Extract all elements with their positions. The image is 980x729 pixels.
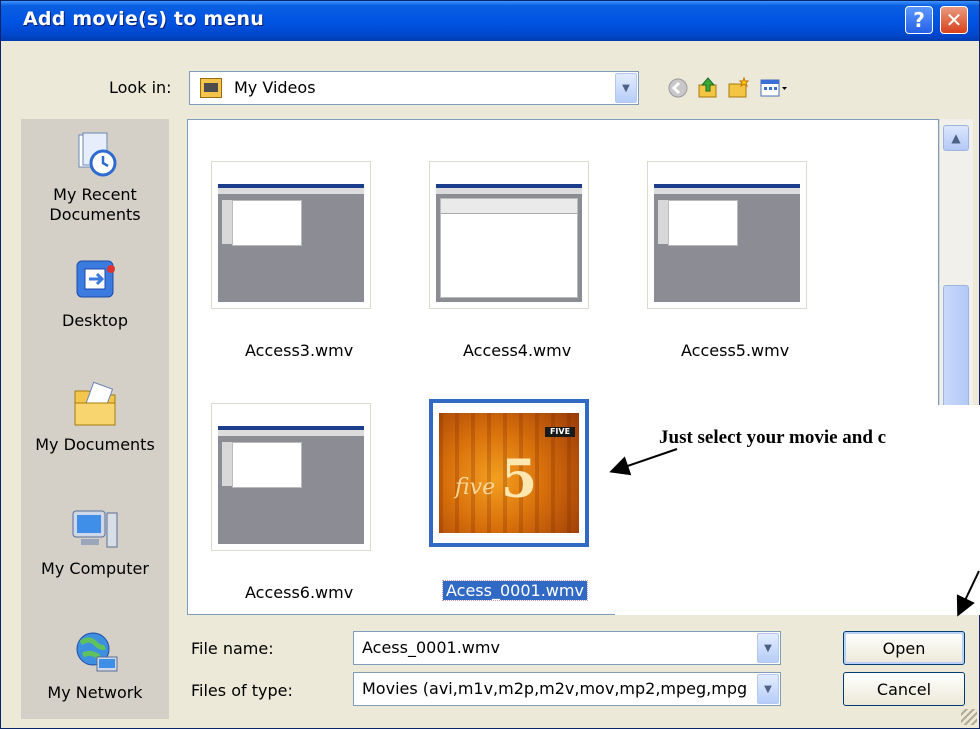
place-label: My Recent <box>53 185 137 204</box>
new-folder-icon[interactable] <box>725 75 751 101</box>
place-label: My Network <box>47 683 143 702</box>
view-menu-icon[interactable] <box>757 75 791 101</box>
movie-preview-image: FIVE five 5 <box>439 413 579 533</box>
close-icon: ✕ <box>945 8 963 32</box>
look-in-label: Look in: <box>109 78 172 97</box>
my-network-icon <box>71 629 119 677</box>
movie-badge: FIVE <box>545 427 575 437</box>
add-movie-dialog: Add movie(s) to menu ? ✕ Look in: My Vid… <box>0 0 980 729</box>
close-button[interactable]: ✕ <box>940 6 968 34</box>
file-thumbnail-access4[interactable] <box>429 161 589 309</box>
chevron-down-icon[interactable]: ▼ <box>757 633 779 663</box>
cancel-button[interactable]: Cancel <box>843 672 965 706</box>
instruction-annotation: Just select your movie and c <box>659 427 887 448</box>
files-of-type-dropdown[interactable]: Movies (avi,m1v,m2p,m2v,mov,mp2,mpeg,mpg… <box>353 672 781 706</box>
resize-grip-icon[interactable] <box>961 709 977 725</box>
title-bar[interactable]: Add movie(s) to menu ? ✕ <box>1 1 979 41</box>
file-thumbnail-access5[interactable] <box>647 161 807 309</box>
desktop-icon <box>71 257 119 305</box>
places-bar: My Recent Documents Desktop My Documents… <box>21 119 169 719</box>
scroll-up-icon[interactable]: ▲ <box>943 125 969 151</box>
files-of-type-label: Files of type: <box>191 681 293 700</box>
video-preview-image <box>436 184 582 302</box>
video-folder-icon <box>200 78 222 98</box>
file-name-label[interactable]: Access5.wmv <box>681 341 789 360</box>
place-my-documents[interactable]: My Documents <box>21 381 169 455</box>
chevron-down-icon[interactable]: ▼ <box>615 73 637 103</box>
place-my-recent-documents[interactable]: My Recent Documents <box>21 131 169 225</box>
file-thumbnail-acess-0001[interactable]: FIVE five 5 <box>429 399 589 547</box>
file-name-label[interactable]: Access6.wmv <box>245 583 353 602</box>
place-label: Documents <box>49 205 141 224</box>
file-thumbnail-access6[interactable] <box>211 403 371 551</box>
video-preview-image <box>218 184 364 302</box>
window-title: Add movie(s) to menu <box>23 8 264 30</box>
place-my-network[interactable]: My Network <box>21 629 169 703</box>
file-name-label[interactable]: Access4.wmv <box>463 341 571 360</box>
file-name-label[interactable]: Access3.wmv <box>245 341 353 360</box>
movie-word: five <box>455 475 496 500</box>
file-name-field[interactable]: Acess_0001.wmv ▼ <box>353 631 781 665</box>
recent-documents-icon <box>71 131 119 179</box>
up-folder-icon[interactable] <box>695 75 721 101</box>
file-name-label-static: File name: <box>191 639 274 658</box>
place-label: My Computer <box>41 559 149 578</box>
my-computer-icon <box>71 505 119 553</box>
scroll-thumb[interactable] <box>943 285 969 425</box>
place-label: Desktop <box>62 311 128 330</box>
back-icon[interactable] <box>665 75 691 101</box>
chevron-down-icon[interactable]: ▼ <box>757 674 779 704</box>
look-in-dropdown[interactable]: My Videos ▼ <box>189 71 639 105</box>
help-icon: ? <box>913 8 925 32</box>
help-button[interactable]: ? <box>905 6 933 34</box>
selected-file-name-label[interactable]: Acess_0001.wmv <box>442 580 588 601</box>
look-in-value: My Videos <box>234 78 316 97</box>
files-of-type-value: Movies (avi,m1v,m2p,m2v,mov,mp2,mpeg,mpg <box>362 679 748 698</box>
file-name-value: Acess_0001.wmv <box>362 638 500 657</box>
movie-digit: 5 <box>501 449 538 510</box>
open-button[interactable]: Open <box>843 631 965 665</box>
video-preview-image <box>218 426 364 544</box>
place-my-computer[interactable]: My Computer <box>21 505 169 579</box>
place-desktop[interactable]: Desktop <box>21 257 169 331</box>
place-label: My Documents <box>35 435 155 454</box>
my-documents-icon <box>71 381 119 429</box>
video-preview-image <box>654 184 800 302</box>
file-thumbnail-access3[interactable] <box>211 161 371 309</box>
